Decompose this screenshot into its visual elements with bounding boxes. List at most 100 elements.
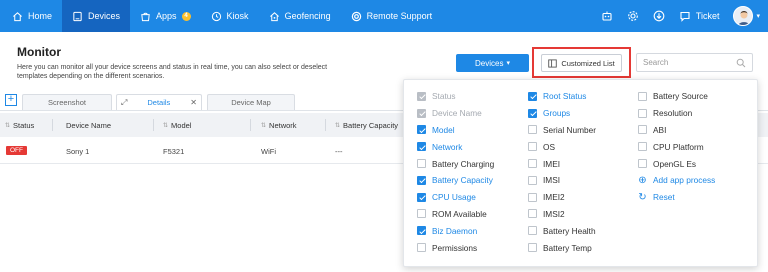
column-option-groups[interactable]: Groups xyxy=(528,105,596,122)
tab-screenshot[interactable]: Screenshot xyxy=(22,94,112,110)
column-option-root-status[interactable]: Root Status xyxy=(528,88,596,105)
checkbox[interactable] xyxy=(528,91,537,101)
checkbox[interactable] xyxy=(528,243,537,253)
tab-device-map[interactable]: Device Map xyxy=(207,94,295,110)
columns-icon xyxy=(548,58,558,68)
nav-kiosk[interactable]: Kiosk xyxy=(201,0,259,32)
customized-list-popover: Status Device Name Model Network Battery Cha… xyxy=(403,79,758,267)
nav-home[interactable]: Home xyxy=(0,0,62,32)
action-label: Reset xyxy=(653,192,675,203)
column-option-opengl-es[interactable]: OpenGL Es xyxy=(638,155,715,172)
nav-apps[interactable]: Apps 4 xyxy=(130,0,201,32)
checkbox[interactable] xyxy=(638,159,647,169)
checkbox[interactable] xyxy=(528,159,537,169)
checkbox[interactable] xyxy=(528,108,537,118)
column-option-resolution[interactable]: Resolution xyxy=(638,105,715,122)
column-option-rom-available[interactable]: ROM Available xyxy=(417,206,494,223)
checkbox[interactable] xyxy=(528,175,537,185)
nav-apps-label: Apps xyxy=(156,11,177,21)
column-header-device-name[interactable]: Device Name xyxy=(66,113,111,137)
devices-icon xyxy=(73,11,82,21)
download-icon[interactable] xyxy=(653,10,665,22)
column-header-network[interactable]: ⇅ Network xyxy=(261,113,297,137)
checkbox[interactable] xyxy=(417,159,426,169)
kiosk-icon xyxy=(211,11,221,21)
gear-icon[interactable] xyxy=(627,10,639,22)
column-option-imsi[interactable]: IMSI xyxy=(528,172,596,189)
checkbox xyxy=(417,91,426,101)
customized-list-button[interactable]: Customized List xyxy=(541,54,622,72)
option-label: Device Name xyxy=(432,108,482,119)
ticket-icon xyxy=(680,11,690,22)
robot-icon[interactable] xyxy=(601,10,613,22)
checkbox[interactable] xyxy=(638,125,647,135)
option-label: Serial Number xyxy=(543,124,597,135)
column-header-battery-capacity[interactable]: ⇅ Battery Capacity xyxy=(335,113,398,137)
checkbox[interactable] xyxy=(417,226,426,236)
checkbox[interactable] xyxy=(528,192,537,202)
column-option-serial-number[interactable]: Serial Number xyxy=(528,122,596,139)
page-description: Here you can monitor all your device scr… xyxy=(17,64,328,80)
column-option-abi[interactable]: ABI xyxy=(638,122,715,139)
column-header-status[interactable]: ⇅ Status xyxy=(5,113,34,137)
nav-geofencing[interactable]: Geofencing xyxy=(259,0,341,32)
nav-devices[interactable]: Devices xyxy=(62,0,131,32)
add-tab-button[interactable]: + xyxy=(5,94,17,106)
customized-list-label: Customized List xyxy=(561,58,615,68)
ticket-label: Ticket xyxy=(695,11,720,21)
checkbox[interactable] xyxy=(417,125,426,135)
column-option-imsi2[interactable]: IMSI2 xyxy=(528,206,596,223)
search-input[interactable]: Search xyxy=(636,53,753,72)
column-option-cpu-platform[interactable]: CPU Platform xyxy=(638,138,715,155)
tab-device-map-label: Device Map xyxy=(231,98,271,107)
column-option-battery-health[interactable]: Battery Health xyxy=(528,222,596,239)
column-header-model[interactable]: ⇅ Model xyxy=(163,113,191,137)
tab-details[interactable]: ⤢ Details ✕ xyxy=(116,94,202,110)
column-option-biz-daemon[interactable]: Biz Daemon xyxy=(417,222,494,239)
checkbox[interactable] xyxy=(528,142,537,152)
devices-dropdown-button[interactable]: Devices ▾ xyxy=(456,54,529,72)
column-option-battery-charging[interactable]: Battery Charging xyxy=(417,155,494,172)
close-icon[interactable]: ✕ xyxy=(190,98,197,107)
checkbox[interactable] xyxy=(417,175,426,185)
ticket-link[interactable]: Ticket xyxy=(679,10,720,22)
column-option-imei[interactable]: IMEI xyxy=(528,155,596,172)
column-option-battery-capacity[interactable]: Battery Capacity xyxy=(417,172,494,189)
popover-column-3: Battery Source Resolution ABI CPU Platform O… xyxy=(638,88,715,206)
cell-network: WiFi xyxy=(261,147,276,156)
checkbox[interactable] xyxy=(528,209,537,219)
checkbox[interactable] xyxy=(638,91,647,101)
expand-icon[interactable]: ⤢ xyxy=(121,98,127,108)
apps-badge: 4 xyxy=(181,11,191,21)
column-label: Device Name xyxy=(66,120,112,130)
option-label: Model xyxy=(432,124,455,135)
nav-remote-support[interactable]: Remote Support xyxy=(341,0,443,32)
checkbox[interactable] xyxy=(417,209,426,219)
reset-action[interactable]: ↻ Reset xyxy=(638,189,715,206)
checkbox[interactable] xyxy=(638,108,647,118)
column-option-model[interactable]: Model xyxy=(417,122,494,139)
column-option-permissions[interactable]: Permissions xyxy=(417,239,494,256)
sort-icon: ⇅ xyxy=(261,122,267,129)
checkbox[interactable] xyxy=(528,125,537,135)
checkbox[interactable] xyxy=(528,226,537,236)
column-option-battery-source[interactable]: Battery Source xyxy=(638,88,715,105)
add-app-process-action[interactable]: ⊕ Add app process xyxy=(638,172,715,189)
column-divider xyxy=(250,119,251,131)
checkbox[interactable] xyxy=(417,243,426,253)
popover-column-2: Root Status Groups Serial Number OS IMEI IMSI… xyxy=(528,88,596,256)
caret-down-icon: ▾ xyxy=(506,60,510,67)
option-label: IMSI2 xyxy=(543,208,565,219)
column-option-cpu-usage[interactable]: CPU Usage xyxy=(417,189,494,206)
column-option-network[interactable]: Network xyxy=(417,138,494,155)
checkbox[interactable] xyxy=(417,192,426,202)
option-label: IMEI xyxy=(543,158,561,169)
column-option-imei2[interactable]: IMEI2 xyxy=(528,189,596,206)
column-option-battery-temp[interactable]: Battery Temp xyxy=(528,239,596,256)
checkbox[interactable] xyxy=(638,142,647,152)
checkbox[interactable] xyxy=(417,142,426,152)
column-option-os[interactable]: OS xyxy=(528,138,596,155)
cell-device-name: Sony 1 xyxy=(66,147,90,156)
column-divider xyxy=(52,119,53,131)
user-menu[interactable]: ▾ xyxy=(733,6,760,26)
